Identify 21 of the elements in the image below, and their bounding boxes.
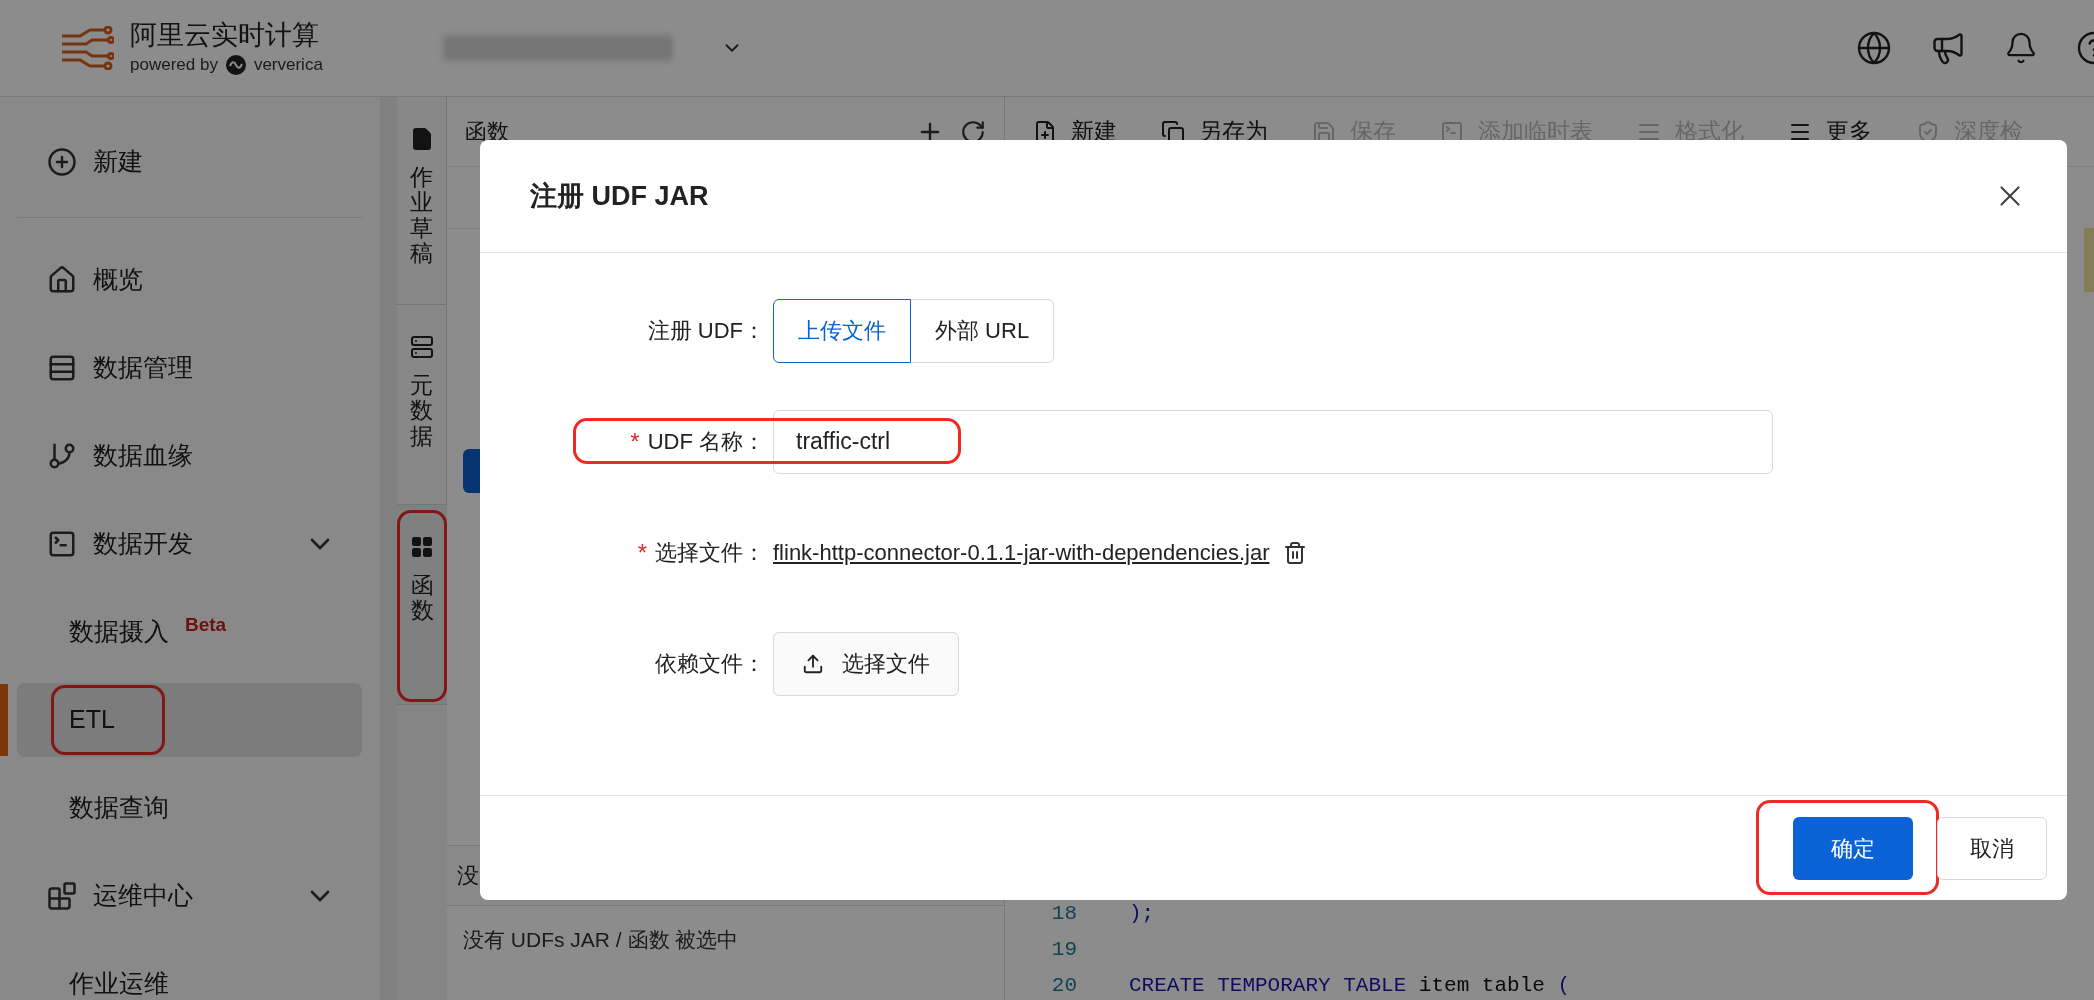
line-number: 20 [1050, 973, 1077, 1000]
beta-label: Beta [185, 612, 227, 637]
code-line: ); [1129, 901, 1155, 928]
field-label: UDF 名称： [647, 428, 765, 456]
required-mark: * [637, 537, 647, 568]
partner-name: ververica [253, 54, 323, 77]
side-tab-label: 函数 [410, 573, 434, 624]
field-label: 依赖文件： [655, 650, 765, 678]
side-tab-label: 作业草稿 [410, 165, 433, 267]
code-line: CREATE TEMPORARY TABLE item table ( [1129, 973, 1571, 1000]
required-mark: * [630, 426, 640, 457]
product-name: 阿里云实时计算 [130, 19, 320, 53]
side-tab-label: 元数据 [410, 373, 433, 449]
field-label: 选择文件： [655, 539, 765, 567]
section-title: 没 [457, 862, 479, 890]
line-number: 18 [1050, 901, 1077, 928]
field-label: 注册 UDF： [647, 317, 765, 345]
powered-by-text: powered by [130, 54, 218, 77]
dialog-title: 注册 UDF JAR [530, 179, 709, 213]
empty-message: 没有 UDFs JAR / 函数 被选中 [463, 927, 739, 953]
line-number: 19 [1050, 937, 1077, 964]
